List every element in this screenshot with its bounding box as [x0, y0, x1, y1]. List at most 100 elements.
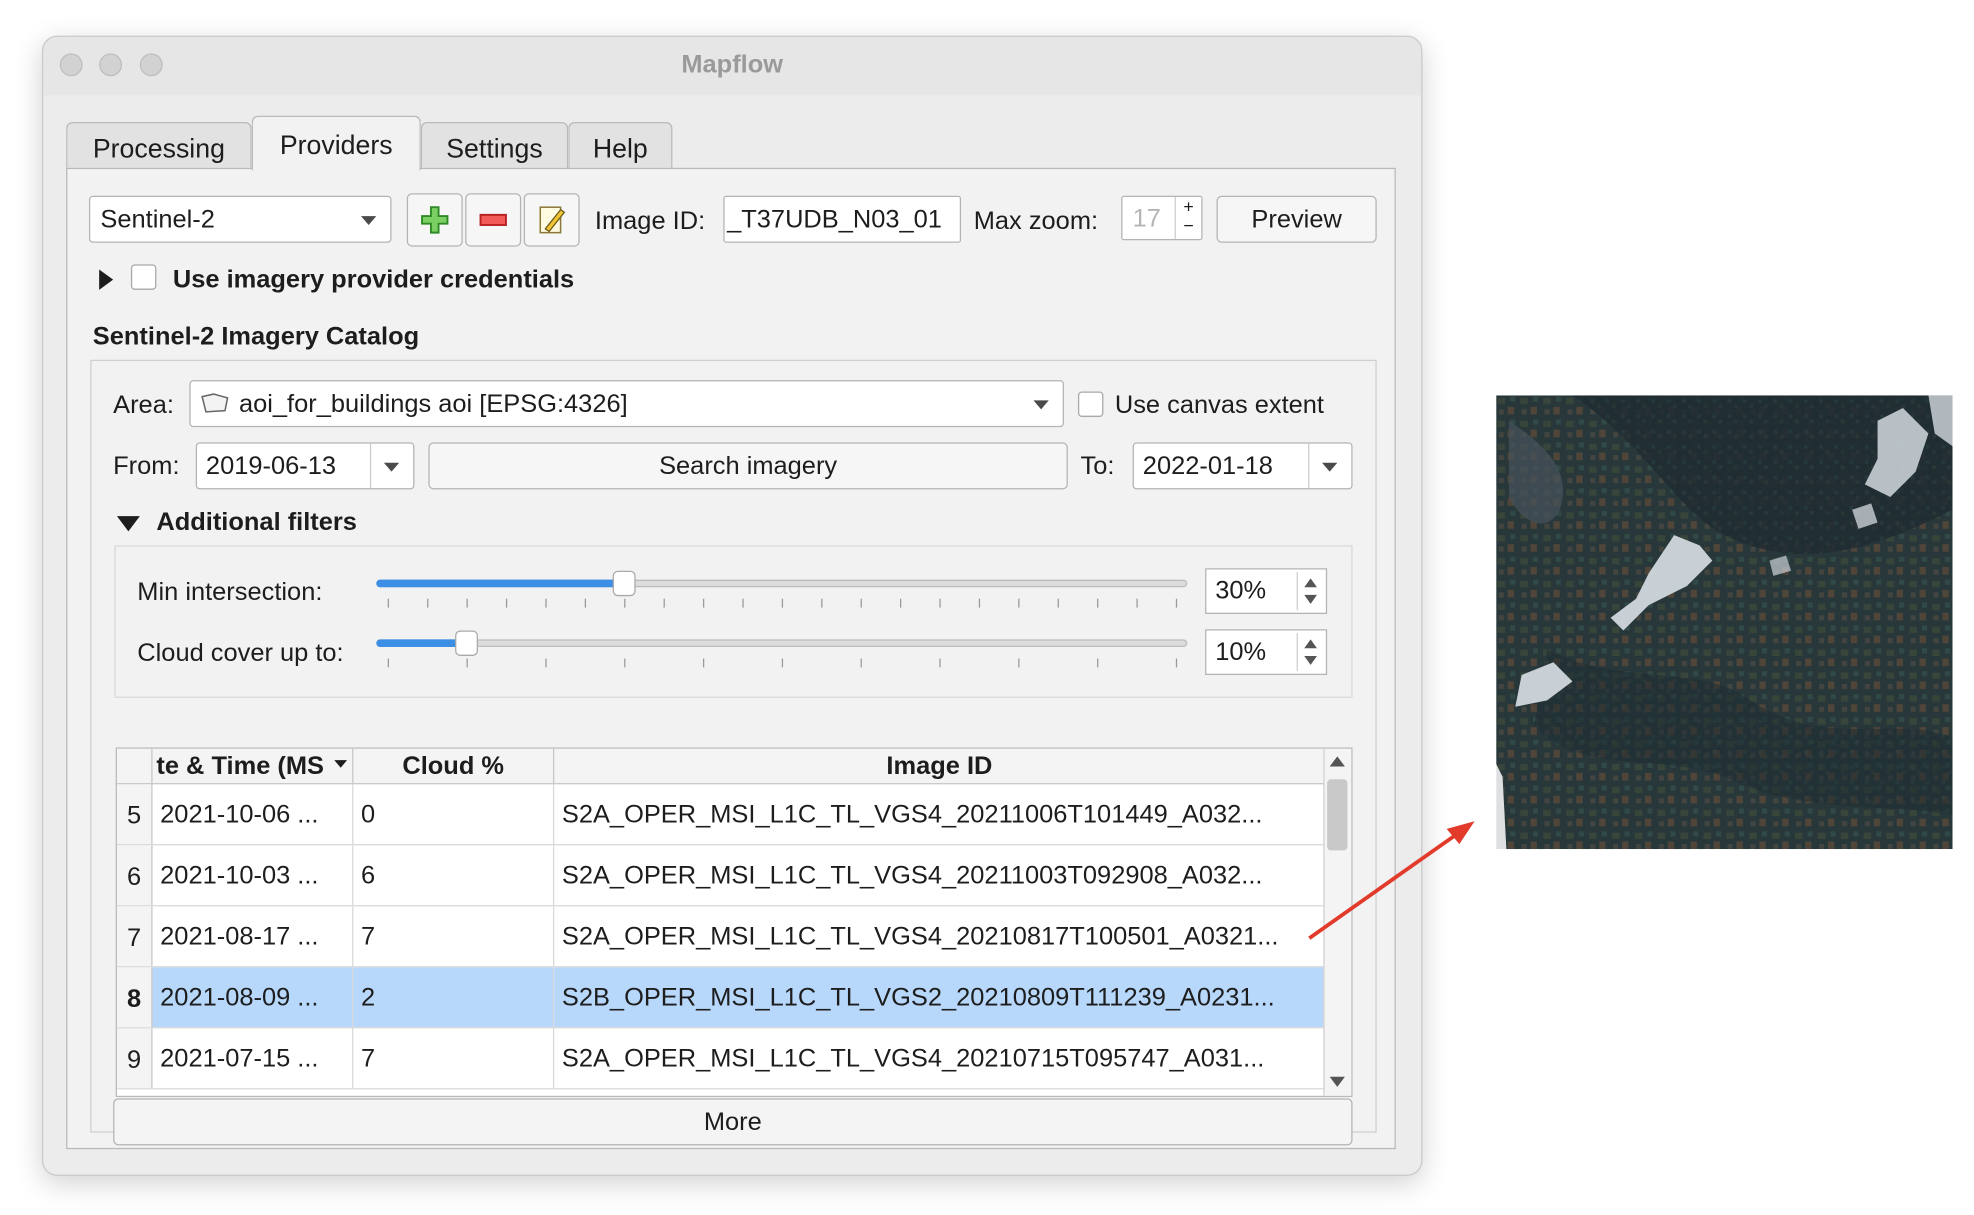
cell-datetime[interactable]: 2021-07-15 ... [153, 1028, 354, 1089]
tab-processing[interactable]: Processing [66, 122, 252, 170]
cloud-cover-value: 10% [1215, 638, 1267, 667]
slider-tick [978, 598, 981, 608]
slider-tick [545, 658, 547, 668]
table-row[interactable]: 5 2021-10-06 ... 0 S2A_OPER_MSI_L1C_TL_V… [116, 784, 1325, 846]
remove-provider-button[interactable] [465, 193, 522, 247]
satellite-preview-image [1496, 395, 1953, 850]
date-dropdown-button[interactable] [1308, 443, 1351, 489]
slider-tick [387, 598, 389, 608]
to-date-input[interactable]: 2022-01-18 [1132, 442, 1353, 490]
min-intersection-value: 30% [1215, 577, 1267, 606]
cell-datetime[interactable]: 2021-10-03 ... [153, 845, 354, 906]
column-header-cloud[interactable]: Cloud % [353, 748, 555, 784]
row-number[interactable]: 9 [116, 1028, 153, 1089]
max-zoom-label: Max zoom: [973, 207, 1099, 236]
minus-icon [479, 213, 507, 226]
slider-tick [1136, 598, 1138, 608]
slider-tick [466, 598, 468, 608]
cell-datetime[interactable]: 2021-10-06 ... [153, 784, 354, 845]
mapflow-window: Mapflow Processing Providers Settings He… [41, 35, 1423, 1176]
chevron-down-icon [383, 462, 400, 472]
sort-desc-icon [334, 760, 348, 768]
cloud-cover-label: Cloud cover up to: [137, 639, 344, 668]
row-number[interactable]: 6 [116, 845, 153, 906]
spin-arrows-icon[interactable] [1296, 572, 1324, 611]
tab-help[interactable]: Help [568, 122, 673, 170]
image-id-label: Image ID: [594, 207, 706, 236]
slider-tick [584, 598, 587, 608]
filters-group: Min intersection: 30% Cloud cover up to: [114, 545, 1353, 698]
expand-triangle-icon[interactable] [99, 269, 114, 290]
scroll-down-icon[interactable] [1329, 1076, 1345, 1087]
canvas-extent-checkbox[interactable] [1077, 391, 1104, 417]
slider-tick [860, 598, 862, 608]
cell-cloud[interactable]: 7 [353, 1028, 555, 1089]
column-header-datetime[interactable]: te & Time (MS [153, 748, 354, 784]
table-row[interactable]: 7 2021-08-17 ... 7 S2A_OPER_MSI_L1C_TL_V… [116, 906, 1325, 968]
column-header-datetime-label: te & Time (MS [156, 752, 324, 781]
cell-image-id[interactable]: S2A_OPER_MSI_L1C_TL_VGS4_20211003T092908… [554, 845, 1324, 905]
to-date-value: 2022-01-18 [1142, 452, 1273, 481]
canvas-extent-label: Use canvas extent [1114, 391, 1324, 420]
cell-image-id[interactable]: S2A_OPER_MSI_L1C_TL_VGS4_20210817T100501… [554, 906, 1324, 966]
row-number[interactable]: 7 [116, 906, 153, 967]
credentials-checkbox[interactable] [130, 264, 157, 290]
from-date-input[interactable]: 2019-06-13 [195, 442, 415, 490]
polygon-layer-icon [201, 393, 229, 413]
cell-cloud[interactable]: 0 [353, 784, 555, 845]
add-provider-button[interactable] [406, 193, 463, 247]
cell-datetime[interactable]: 2021-08-09 ... [152, 967, 354, 1028]
area-select[interactable]: aoi_for_buildings aoi [EPSG:4326] [189, 380, 1064, 428]
column-header-image-id[interactable]: Image ID [554, 749, 1324, 783]
slider-tick [1175, 658, 1178, 668]
edit-provider-button[interactable] [523, 193, 580, 247]
preview-button[interactable]: Preview [1216, 195, 1377, 243]
spin-arrows-icon[interactable] [1296, 633, 1324, 672]
area-select-value: aoi_for_buildings aoi [EPSG:4326] [238, 390, 628, 419]
slider-tick [505, 598, 508, 608]
cell-image-id[interactable]: S2A_OPER_MSI_L1C_TL_VGS4_20211006T101449… [554, 784, 1324, 844]
cell-cloud[interactable]: 7 [353, 906, 555, 967]
cloud-cover-spinbox[interactable]: 10% [1205, 629, 1328, 676]
slider-tick [900, 598, 902, 608]
min-intersection-spinbox[interactable]: 30% [1205, 568, 1328, 614]
table-row[interactable]: 8 2021-08-09 ... 2 S2B_OPER_MSI_L1C_TL_V… [116, 967, 1325, 1029]
tab-providers[interactable]: Providers [251, 115, 421, 171]
cloud-cover-handle[interactable] [455, 630, 478, 656]
credentials-label: Use imagery provider credentials [172, 265, 575, 294]
tab-settings[interactable]: Settings [420, 122, 569, 170]
min-intersection-handle[interactable] [612, 570, 636, 597]
cell-cloud[interactable]: 6 [353, 845, 555, 906]
slider-tick [1057, 598, 1059, 608]
more-button[interactable]: More [113, 1098, 1353, 1146]
provider-select[interactable]: Sentinel-2 [88, 195, 392, 243]
date-dropdown-button[interactable] [369, 443, 413, 489]
max-zoom-spinbox[interactable]: 17 + − [1121, 195, 1203, 241]
cell-cloud[interactable]: 2 [353, 967, 555, 1028]
row-number[interactable]: 5 [116, 784, 153, 845]
slider-tick [1097, 658, 1099, 668]
table-row[interactable]: 6 2021-10-03 ... 6 S2A_OPER_MSI_L1C_TL_V… [116, 845, 1325, 907]
slider-tick [781, 598, 784, 608]
table-header: te & Time (MS Cloud % Image ID [116, 748, 1325, 785]
slider-tick [624, 598, 626, 608]
search-imagery-button[interactable]: Search imagery [428, 442, 1068, 490]
collapse-triangle-icon[interactable] [116, 516, 140, 532]
results-table[interactable]: te & Time (MS Cloud % Image ID 5 2021-10… [115, 747, 1353, 1098]
min-intersection-ticks [387, 598, 1178, 609]
plus-icon [421, 206, 449, 234]
scroll-up-icon[interactable] [1329, 756, 1345, 767]
cloud-cover-slider[interactable] [376, 639, 1188, 648]
table-row[interactable]: 9 2021-07-15 ... 7 S2A_OPER_MSI_L1C_TL_V… [116, 1028, 1325, 1090]
cell-datetime[interactable]: 2021-08-17 ... [153, 906, 354, 967]
row-number[interactable]: 8 [116, 967, 153, 1028]
corner-header[interactable] [117, 748, 153, 784]
slider-tick [781, 658, 784, 668]
slider-tick [427, 598, 429, 608]
image-id-input[interactable]: _T37UDB_N03_01 [723, 195, 962, 243]
stepper-icon[interactable]: + − [1174, 196, 1202, 239]
slider-tick [545, 598, 547, 608]
slider-tick [1097, 598, 1099, 608]
cell-image-id[interactable]: S2A_OPER_MSI_L1C_TL_VGS4_20210715T095747… [554, 1028, 1324, 1088]
cell-image-id[interactable]: S2B_OPER_MSI_L1C_TL_VGS2_20210809T111239… [554, 967, 1325, 1028]
